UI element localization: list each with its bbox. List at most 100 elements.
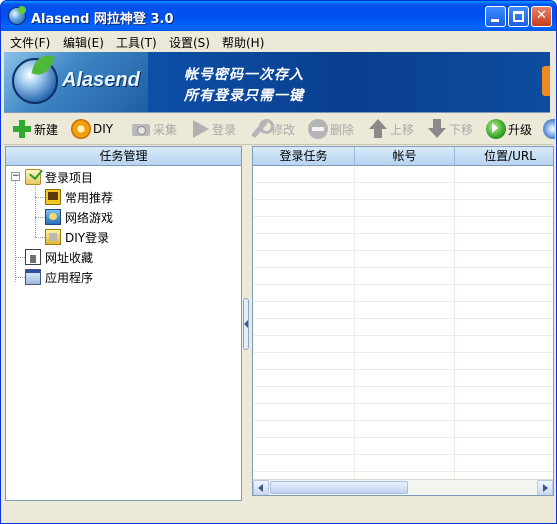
list-header: 登录任务 帐号 位置/URL <box>253 147 553 166</box>
column-header-task[interactable]: 登录任务 <box>253 147 355 166</box>
menu-bar: 文件(F) 编辑(E) 工具(T) 设置(S) 帮助(H) <box>4 31 553 52</box>
diy-button[interactable]: DIY <box>71 118 113 140</box>
folder-check-icon <box>25 169 41 185</box>
delete-label: 删除 <box>330 122 355 137</box>
maximize-button[interactable] <box>508 6 529 27</box>
banner-edge-decoration <box>542 66 550 96</box>
column-divider <box>354 166 355 479</box>
collapse-arrow-icon[interactable] <box>243 298 249 350</box>
table-row <box>253 336 553 353</box>
tree-connector <box>35 217 45 218</box>
tree-item-label: 常用推荐 <box>65 190 114 205</box>
modify-label: 修改 <box>271 122 296 137</box>
slogan-line-2: 所有登录只需一键 <box>184 88 304 104</box>
table-row <box>253 319 553 336</box>
banner-slogan-area: 帐号密码一次存入 所有登录只需一键 <box>148 52 550 112</box>
status-bar <box>4 504 553 521</box>
banner: Alasend 帐号密码一次存入 所有登录只需一键 <box>4 52 550 113</box>
column-header-account[interactable]: 帐号 <box>355 147 455 166</box>
maximize-icon <box>513 11 524 22</box>
login-label: 登录 <box>212 122 237 137</box>
slogan-line-1: 帐号密码一次存入 <box>184 67 304 83</box>
scroll-right-button[interactable] <box>537 480 553 495</box>
move-up-button[interactable]: 上移 <box>368 118 414 140</box>
globe-icon[interactable] <box>543 119 555 139</box>
plus-icon <box>12 119 32 139</box>
table-row <box>253 302 553 319</box>
menu-settings[interactable]: 设置(S) <box>169 34 210 51</box>
minimize-button[interactable] <box>485 6 506 27</box>
modify-button[interactable]: 修改 <box>249 118 295 140</box>
scroll-thumb[interactable] <box>270 481 408 494</box>
tree-item-label: 网址收藏 <box>45 250 94 265</box>
window-title: Alasend 网拉神登 3.0 <box>31 12 174 27</box>
menu-tools[interactable]: 工具(T) <box>116 34 157 51</box>
tree-connector <box>35 184 36 237</box>
app-window: Alasend 网拉神登 3.0 ✕ 文件(F) 编辑(E) 工具(T) 设置(… <box>0 0 557 524</box>
table-row <box>253 268 553 285</box>
no-entry-icon <box>308 119 328 139</box>
column-divider <box>454 166 455 479</box>
capture-button[interactable]: 采集 <box>131 118 177 140</box>
tree-item-label: 登录项目 <box>45 170 94 185</box>
table-row <box>253 421 553 438</box>
delete-button[interactable]: 删除 <box>308 118 354 140</box>
tree-connector <box>15 181 16 282</box>
table-row <box>253 234 553 251</box>
gear-icon <box>71 119 91 139</box>
column-header-url[interactable]: 位置/URL <box>455 147 553 166</box>
table-row <box>253 166 553 183</box>
table-row <box>253 183 553 200</box>
tree-item-online-games[interactable]: 网络游戏 <box>45 208 113 226</box>
diy-folder-icon <box>45 229 61 245</box>
tree-item-bookmarks[interactable]: 网址收藏 <box>25 248 93 266</box>
title-bar[interactable]: Alasend 网拉神登 3.0 ✕ <box>1 1 556 31</box>
table-row <box>253 438 553 455</box>
task-list: 登录任务 帐号 位置/URL <box>252 146 554 496</box>
move-down-label: 下移 <box>449 122 474 137</box>
tree-connector <box>15 277 25 278</box>
table-row <box>253 455 553 472</box>
move-down-button[interactable]: 下移 <box>427 118 473 140</box>
monitor-icon <box>45 189 61 205</box>
arrow-up-icon <box>368 119 388 139</box>
minimize-icon <box>491 19 499 22</box>
tree-expander[interactable]: − <box>11 172 20 181</box>
upgrade-icon <box>486 119 506 139</box>
app-globe-icon <box>8 7 26 25</box>
tree-connector <box>35 197 45 198</box>
camera-icon <box>131 119 151 139</box>
tree-connector <box>15 257 25 258</box>
tree-item-diy-login[interactable]: DIY登录 <box>45 228 109 246</box>
table-row <box>253 387 553 404</box>
menu-edit[interactable]: 编辑(E) <box>63 34 104 51</box>
table-row <box>253 285 553 302</box>
table-row <box>253 370 553 387</box>
tree-item-label: DIY登录 <box>65 230 110 245</box>
diy-label: DIY <box>93 122 114 136</box>
task-panel-title: 任务管理 <box>6 147 241 166</box>
tree-item-login-projects[interactable]: 登录项目 <box>25 168 93 186</box>
horizontal-scrollbar[interactable] <box>253 479 553 495</box>
login-button[interactable]: 登录 <box>190 118 236 140</box>
panel-splitter[interactable] <box>242 146 250 501</box>
close-icon: ✕ <box>536 8 547 23</box>
home-page-icon <box>25 249 41 265</box>
arrow-down-icon <box>427 119 447 139</box>
play-icon <box>190 119 210 139</box>
scroll-left-button[interactable] <box>253 480 269 495</box>
table-row <box>253 200 553 217</box>
new-label: 新建 <box>34 122 59 137</box>
new-button[interactable]: 新建 <box>12 118 58 140</box>
menu-file[interactable]: 文件(F) <box>10 34 50 51</box>
toolbar: 新建 DIY 采集 登录 修改 删除 上移 下移 升级 <box>4 114 555 145</box>
tree-item-label: 应用程序 <box>45 270 94 285</box>
capture-label: 采集 <box>153 122 178 137</box>
menu-help[interactable]: 帮助(H) <box>222 34 264 51</box>
upgrade-button[interactable]: 升级 <box>486 118 532 140</box>
tree-item-applications[interactable]: 应用程序 <box>25 268 93 286</box>
tree-item-recommended[interactable]: 常用推荐 <box>45 188 113 206</box>
upgrade-label: 升级 <box>508 122 533 137</box>
close-button[interactable]: ✕ <box>531 6 552 27</box>
tree-connector <box>35 237 45 238</box>
